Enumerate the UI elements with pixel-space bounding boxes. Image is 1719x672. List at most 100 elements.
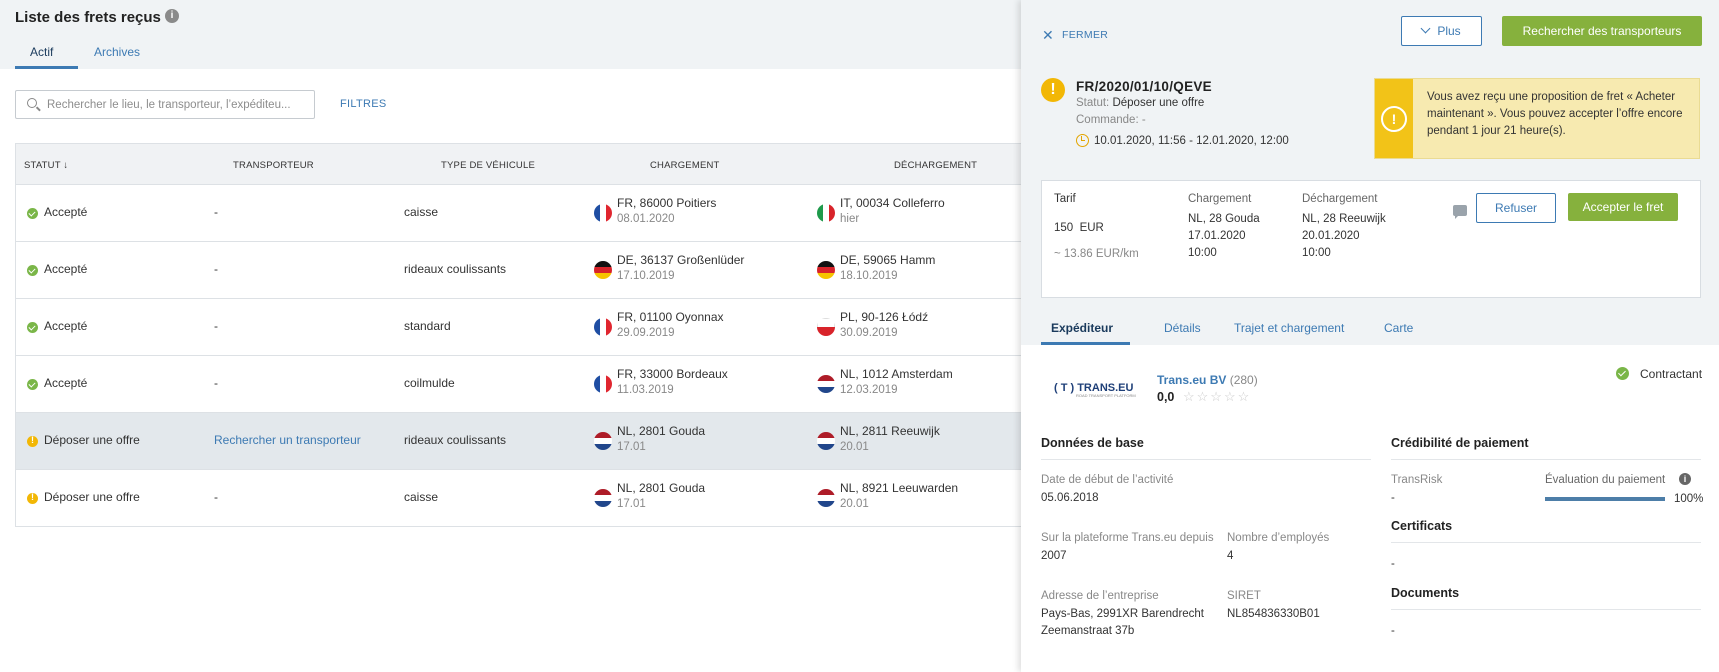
chevron-down-icon bbox=[1420, 23, 1431, 34]
company-logo: ( T ) TRANS.EU ROAD TRANSPORT PLATFORM bbox=[1054, 380, 1136, 398]
page-title: Liste des frets reçus bbox=[15, 9, 161, 26]
chat-icon[interactable] bbox=[1453, 205, 1467, 219]
search-field[interactable] bbox=[15, 90, 315, 119]
company-link[interactable]: Trans.eu BV (280) bbox=[1157, 373, 1258, 387]
status-line: Statut: Déposer une offre bbox=[1076, 97, 1204, 109]
start-date-label: Date de début de l’activité bbox=[1041, 474, 1174, 486]
address-label: Adresse de l’entreprise bbox=[1041, 590, 1159, 602]
carrier-text: - bbox=[214, 376, 218, 390]
tab-route-loading[interactable]: Trajet et chargement bbox=[1234, 321, 1344, 335]
panel-summary: ✕ FERMER Plus Rechercher des transporteu… bbox=[1021, 0, 1719, 345]
contractor-badge: Contractant bbox=[1640, 367, 1703, 381]
loading-place: FR, 33000 Bordeaux bbox=[617, 367, 728, 381]
carrier-text: - bbox=[214, 490, 218, 504]
accept-freight-button[interactable]: Accepter le fret bbox=[1568, 193, 1678, 221]
offer-time-range: 10.01.2020, 11:56 - 12.01.2020, 12:00 bbox=[1094, 135, 1289, 147]
banner-text: Vous avez reçu une proposition de fret «… bbox=[1427, 91, 1683, 137]
offer-load-label: Chargement bbox=[1188, 193, 1252, 205]
flag-icon bbox=[594, 432, 612, 450]
unloading-place: NL, 1012 Amsterdam bbox=[840, 367, 953, 381]
tab-details[interactable]: Détails bbox=[1164, 321, 1201, 335]
search-carrier-link[interactable]: Rechercher un transporteur bbox=[214, 433, 361, 447]
tarif-amount: 150 bbox=[1054, 222, 1074, 234]
divider bbox=[1391, 542, 1701, 543]
header-carrier: TRANSPORTEUR bbox=[233, 160, 314, 171]
search-input[interactable] bbox=[47, 96, 309, 114]
loading-date: 17.01 bbox=[617, 441, 646, 453]
unloading-place: PL, 90-126 Łódź bbox=[840, 310, 929, 324]
flag-icon bbox=[817, 261, 835, 279]
table-row[interactable]: Accepté - standard FR, 01100 Oyonnax 29.… bbox=[16, 299, 1021, 356]
more-button[interactable]: Plus bbox=[1401, 16, 1482, 46]
flag-icon bbox=[594, 375, 612, 393]
table-header: STATUT ↓ TRANSPORTEUR TYPE DE VÉHICULE C… bbox=[16, 143, 1021, 185]
table-row[interactable]: Déposer une offre - caisse NL, 2801 Goud… bbox=[16, 470, 1021, 527]
info-icon[interactable]: i bbox=[1679, 473, 1691, 485]
warning-icon bbox=[27, 492, 38, 504]
order-label: Commande: bbox=[1076, 114, 1139, 126]
vehicle-type: rideaux coulissants bbox=[404, 262, 507, 276]
detail-tabs: Expéditeur Détails Trajet et chargement … bbox=[1041, 315, 1701, 345]
tab-map[interactable]: Carte bbox=[1384, 321, 1413, 335]
status-label: Statut: bbox=[1076, 97, 1110, 109]
status-text: Accepté bbox=[44, 262, 88, 276]
close-button[interactable]: FERMER bbox=[1062, 29, 1108, 41]
divider bbox=[1041, 459, 1371, 460]
unloading-date: 12.03.2019 bbox=[840, 384, 898, 396]
company-review-count: (280) bbox=[1229, 373, 1258, 387]
unloading-date: 30.09.2019 bbox=[840, 327, 898, 339]
status-text: Accepté bbox=[44, 319, 88, 333]
loading-place: FR, 86000 Poitiers bbox=[617, 196, 717, 210]
unloading-place: IT, 00034 Colleferro bbox=[840, 196, 945, 210]
status-value: Déposer une offre bbox=[1112, 97, 1205, 109]
order-value: - bbox=[1141, 114, 1146, 126]
tab-actif[interactable]: Actif bbox=[30, 45, 53, 59]
offer-banner: ! Vous avez reçu une proposition de fret… bbox=[1374, 78, 1700, 159]
header-status[interactable]: STATUT ↓ bbox=[24, 160, 68, 171]
flag-icon bbox=[817, 489, 835, 507]
refuse-button[interactable]: Refuser bbox=[1476, 193, 1556, 223]
divider bbox=[1391, 609, 1701, 610]
address-line-1: Pays-Bas, 2991XR Barendrecht bbox=[1041, 608, 1205, 620]
address-line-2: Zeemanstraat 37b bbox=[1041, 625, 1135, 637]
flag-icon bbox=[594, 318, 612, 336]
filters-link[interactable]: FILTRES bbox=[340, 98, 387, 110]
clock-icon bbox=[1076, 134, 1089, 147]
vehicle-type: coilmulde bbox=[404, 376, 455, 390]
tab-shipper[interactable]: Expéditeur bbox=[1051, 321, 1113, 335]
header-loading: CHARGEMENT bbox=[650, 160, 720, 171]
vehicle-type: standard bbox=[404, 319, 451, 333]
carrier-text: - bbox=[214, 319, 218, 333]
tarif-currency: EUR bbox=[1079, 222, 1104, 234]
tarif-label: Tarif bbox=[1054, 193, 1076, 205]
basic-data-title: Données de base bbox=[1041, 436, 1144, 450]
vehicle-type: rideaux coulissants bbox=[404, 433, 507, 447]
offer-card: Tarif 150 EUR ~ 13.86 EUR/km Chargement … bbox=[1041, 180, 1701, 298]
warning-icon: ! bbox=[1381, 106, 1407, 132]
flag-icon bbox=[817, 204, 835, 222]
tarif-value: 150 EUR bbox=[1054, 220, 1104, 237]
company-name[interactable]: Trans.eu BV bbox=[1157, 373, 1226, 387]
table-row[interactable]: Accepté - rideaux coulissants DE, 36137 … bbox=[16, 242, 1021, 299]
flag-icon bbox=[594, 489, 612, 507]
price-per-km: ~ 13.86 EUR/km bbox=[1054, 248, 1139, 260]
unloading-place: NL, 2811 Reeuwijk bbox=[840, 424, 940, 438]
employees-value: 4 bbox=[1227, 550, 1234, 562]
close-icon[interactable]: ✕ bbox=[1042, 27, 1054, 44]
tab-archives[interactable]: Archives bbox=[94, 45, 140, 59]
transrisk-label: TransRisk bbox=[1391, 474, 1443, 486]
freight-list-page: Liste des frets reçus i Actif Archives F… bbox=[0, 0, 1021, 672]
loading-place: NL, 2801 Gouda bbox=[617, 424, 706, 438]
table-row[interactable]: Déposer une offre Rechercher un transpor… bbox=[16, 413, 1021, 470]
check-icon bbox=[27, 322, 38, 333]
search-carriers-button[interactable]: Rechercher des transporteurs bbox=[1502, 16, 1702, 46]
search-icon bbox=[27, 98, 37, 108]
banner-accent: ! bbox=[1375, 79, 1413, 158]
info-icon[interactable]: i bbox=[165, 9, 179, 23]
payment-eval-label: Évaluation du paiement bbox=[1545, 474, 1666, 486]
documents-title: Documents bbox=[1391, 586, 1460, 600]
table-row[interactable]: Accepté - caisse FR, 86000 Poitiers 08.0… bbox=[16, 185, 1021, 242]
table-row[interactable]: Accepté - coilmulde FR, 33000 Bordeaux 1… bbox=[16, 356, 1021, 413]
header-unloading: DÉCHARGEMENT bbox=[894, 160, 978, 171]
unloading-date: 18.10.2019 bbox=[840, 270, 898, 282]
